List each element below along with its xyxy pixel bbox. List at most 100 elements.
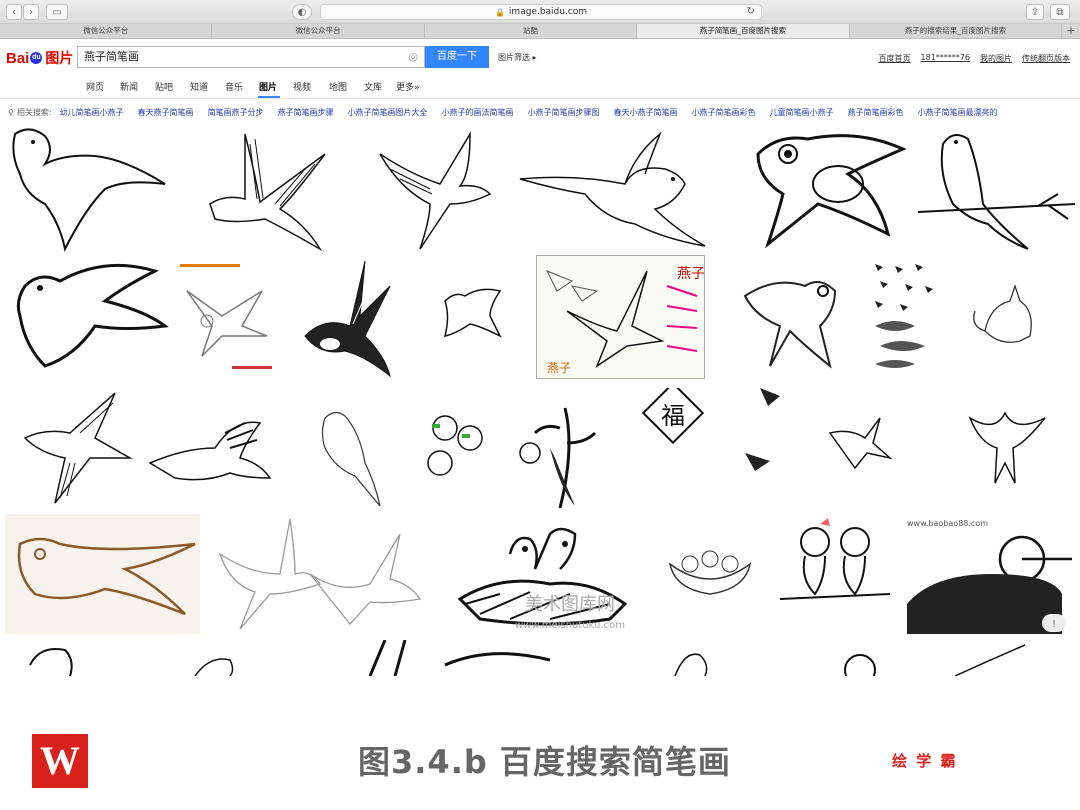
baidu-logo[interactable]: Bai du 图片 xyxy=(6,48,73,68)
birds-in-pod-drawing xyxy=(668,550,752,595)
result-image[interactable] xyxy=(738,124,916,254)
result-image[interactable]: 福 xyxy=(638,388,708,458)
user-link[interactable]: 百度首页 xyxy=(879,53,911,64)
nav-item[interactable]: 知道 xyxy=(190,80,208,93)
result-image[interactable] xyxy=(15,388,140,508)
result-image[interactable] xyxy=(200,514,430,634)
related-term-link[interactable]: 春天燕子简笔画 xyxy=(138,107,194,118)
swallow-drawing xyxy=(443,288,502,338)
browser-tab[interactable]: 燕子的搜索结果_百度图片搜索 xyxy=(850,24,1063,38)
result-image[interactable] xyxy=(185,124,355,254)
related-term-link[interactable]: 幼儿简笔画小燕子 xyxy=(60,107,124,118)
sidebar-icon[interactable]: ▭ xyxy=(46,4,68,20)
result-image[interactable] xyxy=(955,388,1055,498)
nav-item[interactable]: 网页 xyxy=(86,80,104,93)
related-term-link[interactable]: 简笔画燕子分步 xyxy=(208,107,264,118)
related-term-link[interactable]: 小燕子简笔画图片大全 xyxy=(348,107,428,118)
result-image[interactable] xyxy=(505,388,635,508)
result-image[interactable] xyxy=(515,124,715,254)
swallow-drawing xyxy=(954,644,1026,676)
browser-tab[interactable]: 站酷 xyxy=(425,24,638,38)
result-image[interactable] xyxy=(660,640,720,676)
swallow-drawing xyxy=(379,131,492,250)
swallow-drawing xyxy=(444,652,551,667)
user-link[interactable]: 传统翻页版本 xyxy=(1022,53,1070,64)
paw-icon: du xyxy=(30,52,43,64)
swallow-drawing xyxy=(218,518,422,630)
result-image[interactable] xyxy=(5,124,180,254)
image-results-grid: 燕子 燕子 福 美术图库网 www.meishutuku.com www.bao… xyxy=(0,124,1080,676)
image-filter-link[interactable]: 图片筛选 ▸ xyxy=(498,52,537,63)
address-bar[interactable]: 🔒 image.baidu.com ↻ xyxy=(320,4,762,20)
swallow-drawing xyxy=(844,654,876,676)
baobao-url: www.baobao88.com xyxy=(907,519,988,528)
result-image[interactable] xyxy=(660,514,760,634)
browser-tab[interactable]: 微信公众平台 xyxy=(212,24,425,38)
back-button[interactable]: ‹ xyxy=(6,4,22,20)
user-link[interactable]: 我的图片 xyxy=(980,53,1012,64)
result-image[interactable] xyxy=(865,256,945,378)
new-tab-button[interactable]: + xyxy=(1062,24,1080,38)
result-image[interactable] xyxy=(825,388,895,508)
nav-item[interactable]: 地图 xyxy=(329,80,347,93)
result-image[interactable] xyxy=(185,640,245,676)
result-image[interactable] xyxy=(780,514,890,634)
swallow-drawing xyxy=(368,640,407,676)
browser-tab[interactable]: 燕子简笔画_百度图片搜索 xyxy=(637,24,850,38)
nav-item[interactable]: 视频 xyxy=(293,80,311,93)
related-term-link[interactable]: 小燕子简笔画最漂亮的 xyxy=(918,107,998,118)
brand-name: 绘 学 霸 xyxy=(892,752,958,770)
related-term-link[interactable]: 小燕子的画法简笔画 xyxy=(442,107,514,118)
result-image-highlighted[interactable]: 燕子 燕子 xyxy=(536,255,705,379)
result-image[interactable] xyxy=(172,256,292,378)
nav-item[interactable]: 文库 xyxy=(364,80,382,93)
browser-tab[interactable]: 微信公众平台 xyxy=(0,24,213,38)
related-term-link[interactable]: 燕子简笔画步骤 xyxy=(278,107,334,118)
related-term-link[interactable]: 小燕子简笔画彩色 xyxy=(692,107,756,118)
tabs-overview-icon[interactable]: ⧉ xyxy=(1050,4,1070,20)
result-image[interactable] xyxy=(360,124,510,254)
swallow-drawing xyxy=(875,264,933,368)
fu-character-drawing: 福 xyxy=(641,388,705,445)
result-image[interactable]: www.baobao88.com ! xyxy=(902,514,1075,634)
camera-icon[interactable]: ◎ xyxy=(408,47,418,67)
nav-item[interactable]: 贴吧 xyxy=(155,80,173,93)
swallow-drawing: 燕子 燕子 xyxy=(537,256,704,378)
result-image[interactable] xyxy=(420,256,530,378)
result-image[interactable] xyxy=(20,640,90,676)
search-button[interactable]: 百度一下 xyxy=(425,46,489,68)
feedback-badge[interactable]: ! xyxy=(1052,619,1056,630)
result-image[interactable] xyxy=(295,388,395,508)
result-image[interactable] xyxy=(440,640,560,676)
user-link[interactable]: 181******76 xyxy=(921,53,970,64)
related-term-link[interactable]: 儿童简笔画小燕子 xyxy=(770,107,834,118)
result-image[interactable] xyxy=(350,640,430,676)
result-image[interactable] xyxy=(735,256,845,378)
search-input[interactable]: 燕子简笔画 ◎ xyxy=(77,46,425,68)
result-image[interactable] xyxy=(145,388,275,508)
result-image[interactable] xyxy=(5,514,200,634)
related-term-link[interactable]: 燕子简笔画彩色 xyxy=(848,107,904,118)
nav-item[interactable]: 音乐 xyxy=(225,80,243,93)
result-image[interactable] xyxy=(950,640,1030,676)
related-term-link[interactable]: 小燕子简笔画步骤图 xyxy=(528,107,600,118)
yanzi-title: 燕子 xyxy=(677,266,704,282)
related-term-link[interactable]: 春天小燕子简笔画 xyxy=(614,107,678,118)
share-icon[interactable]: ⇪ xyxy=(1026,4,1044,20)
result-image[interactable] xyxy=(820,640,880,676)
result-image[interactable] xyxy=(960,256,1070,378)
chevron-right-icon: ▸ xyxy=(532,53,537,62)
forward-button[interactable]: › xyxy=(23,4,39,20)
result-image[interactable] xyxy=(295,256,405,378)
logo-pic-text: 图片 xyxy=(45,50,74,66)
swallow-drawing xyxy=(29,648,73,676)
watermark: 美术图库网 www.meishutuku.com xyxy=(485,586,655,636)
result-image[interactable] xyxy=(918,124,1075,254)
reload-icon[interactable]: ↻ xyxy=(747,6,755,17)
result-image[interactable] xyxy=(720,388,830,508)
nav-item[interactable]: 图片 xyxy=(259,80,277,93)
nav-item[interactable]: 新闻 xyxy=(120,80,138,93)
result-image[interactable] xyxy=(410,388,500,508)
nav-item[interactable]: 更多» xyxy=(396,80,420,93)
result-image[interactable] xyxy=(5,256,170,378)
